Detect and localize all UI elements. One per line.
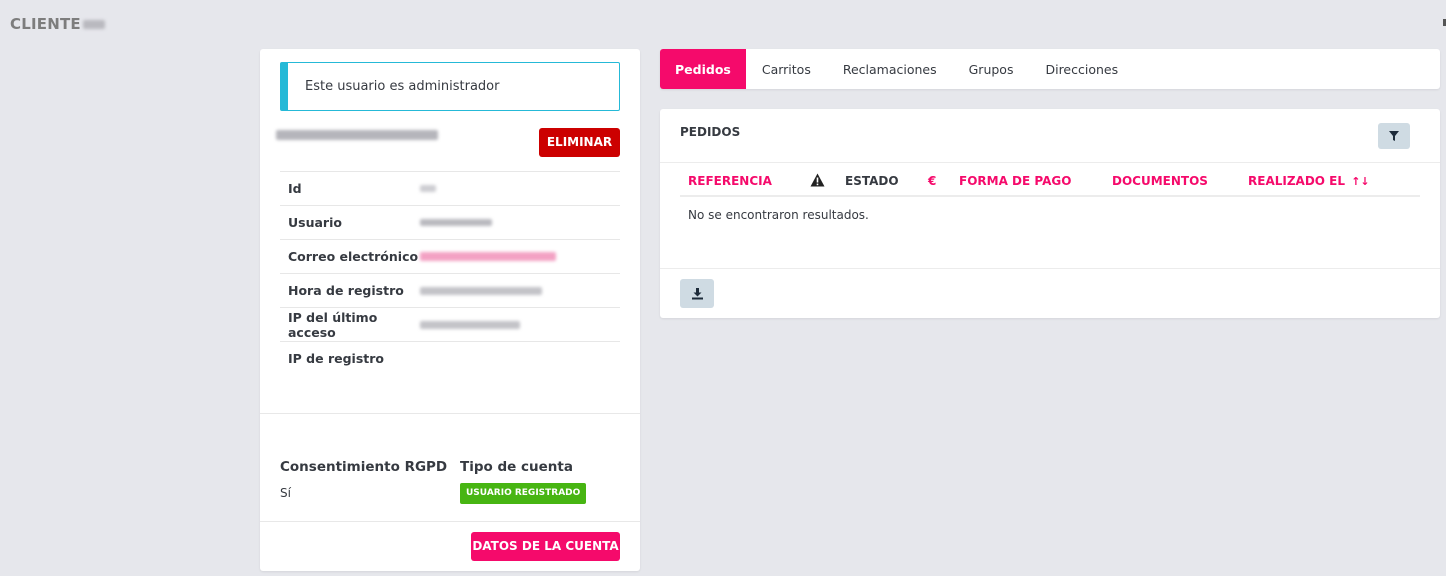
customer-info-table: Id Usuario Correo electrónico Hora de re…	[280, 171, 620, 375]
card-divider	[660, 162, 1440, 163]
info-row-registration-ip: IP de registro	[280, 341, 620, 375]
account-data-button[interactable]: DATOS DE LA CUENTA	[471, 532, 620, 561]
account-type-heading: Tipo de cuenta	[460, 459, 573, 475]
info-label: Hora de registro	[288, 283, 404, 298]
redacted-customer-name	[82, 20, 105, 29]
gdpr-heading: Consentimiento RGPD	[280, 459, 448, 475]
info-row-registration: Hora de registro	[280, 273, 620, 307]
sort-icon[interactable]: ↑↓	[1351, 175, 1369, 188]
download-icon	[691, 288, 703, 300]
orders-title: PEDIDOS	[680, 125, 741, 139]
card-divider	[260, 413, 640, 414]
account-type-block: Tipo de cuenta USUARIO REGISTRADO	[460, 459, 587, 504]
redacted-email-link[interactable]	[420, 252, 556, 261]
info-row-email: Correo electrónico	[280, 239, 620, 273]
redacted-value	[420, 286, 542, 295]
redacted-value	[420, 185, 436, 192]
customer-tabs: Pedidos Carritos Reclamaciones Grupos Di…	[660, 49, 1440, 89]
admin-alert: Este usuario es administrador	[280, 62, 620, 111]
tab-orders[interactable]: Pedidos	[660, 49, 746, 89]
delete-button[interactable]: ELIMINAR	[539, 128, 620, 157]
tab-claims[interactable]: Reclamaciones	[827, 49, 953, 89]
orders-card: PEDIDOS REFERENCIA ESTADO € FORMA DE PAG…	[660, 109, 1440, 318]
gdpr-block: Consentimiento RGPD Sí	[280, 459, 447, 500]
admin-alert-text: Este usuario es administrador	[305, 79, 500, 94]
empty-results-message: No se encontraron resultados.	[688, 208, 869, 222]
tab-addresses[interactable]: Direcciones	[1029, 49, 1134, 89]
redacted-customer-fullname	[276, 130, 438, 140]
column-date[interactable]: REALIZADO EL ↑↓	[1248, 174, 1370, 188]
column-currency: €	[928, 174, 937, 188]
info-row-username: Usuario	[280, 205, 620, 239]
page-title: CLIENTE	[10, 15, 105, 33]
column-date-label: REALIZADO EL	[1248, 174, 1346, 188]
card-divider	[260, 521, 640, 522]
info-label: IP de registro	[288, 351, 384, 366]
customer-card: Este usuario es administrador ELIMINAR I…	[260, 49, 640, 571]
filter-button[interactable]	[1378, 123, 1410, 149]
page-title-text: CLIENTE	[10, 15, 81, 33]
filter-icon	[1389, 131, 1399, 141]
column-payment[interactable]: FORMA DE PAGO	[959, 174, 1071, 188]
tab-carts[interactable]: Carritos	[746, 49, 827, 89]
export-button[interactable]	[680, 279, 714, 308]
info-label: Id	[288, 181, 302, 196]
column-documents[interactable]: DOCUMENTOS	[1112, 174, 1208, 188]
column-reference[interactable]: REFERENCIA	[688, 174, 772, 188]
info-row-id: Id	[280, 171, 620, 205]
info-label: Usuario	[288, 215, 342, 230]
redacted-value	[420, 219, 492, 226]
info-label: IP del último acceso	[288, 309, 378, 340]
redacted-value	[420, 320, 520, 329]
card-divider	[660, 268, 1440, 269]
column-status[interactable]: ESTADO	[845, 174, 899, 188]
info-row-last-ip: IP del último acceso	[280, 307, 620, 341]
orders-table-header: REFERENCIA ESTADO € FORMA DE PAGO DOCUME…	[680, 169, 1420, 197]
warning-icon	[810, 173, 825, 190]
account-type-badge: USUARIO REGISTRADO	[460, 483, 587, 504]
info-label: Correo electrónico	[288, 249, 419, 264]
tab-groups[interactable]: Grupos	[953, 49, 1030, 89]
gdpr-value: Sí	[280, 486, 291, 500]
